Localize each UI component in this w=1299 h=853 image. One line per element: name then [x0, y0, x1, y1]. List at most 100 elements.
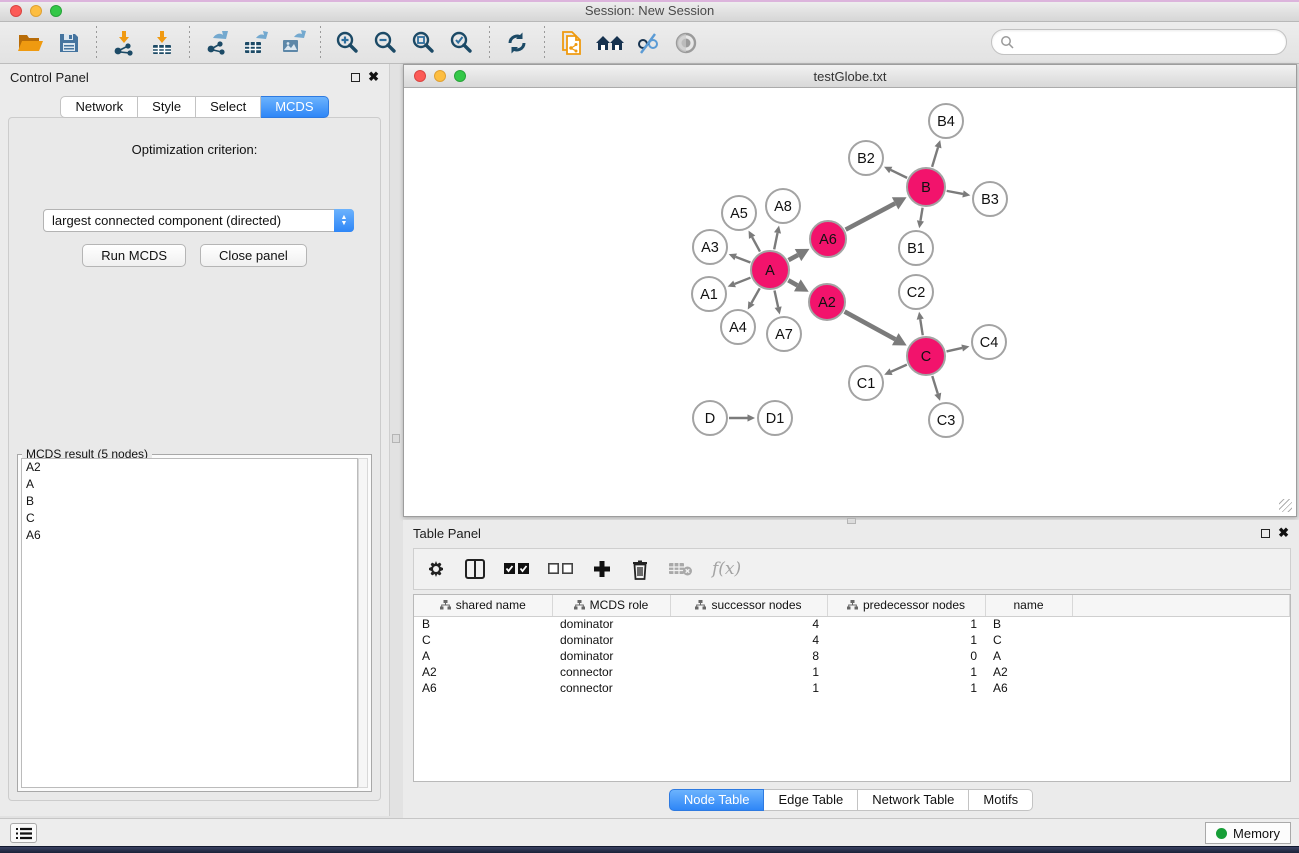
graph-node-B4[interactable]: B4 [929, 104, 963, 138]
graph-edge[interactable] [735, 278, 751, 284]
graph-edge[interactable] [947, 191, 963, 194]
mcds-result-item[interactable]: A2 [22, 459, 357, 476]
graph-edge[interactable] [736, 257, 751, 263]
export-network-icon[interactable] [200, 26, 234, 60]
graph-node-C3[interactable]: C3 [929, 403, 963, 437]
graph-node-B3[interactable]: B3 [973, 182, 1007, 216]
graph-edge[interactable] [946, 348, 962, 351]
float-panel-icon[interactable] [1261, 529, 1270, 538]
export-image-icon[interactable] [276, 26, 310, 60]
optimization-criterion-dropdown[interactable]: largest connected component (directed) ▲… [43, 209, 354, 232]
close-panel-button[interactable]: Close panel [200, 244, 307, 267]
tab-network-table[interactable]: Network Table [858, 789, 969, 811]
graph-node-B2[interactable]: B2 [849, 141, 883, 175]
home-icon[interactable] [593, 26, 627, 60]
mcds-result-item[interactable]: A6 [22, 527, 357, 544]
graph-edge[interactable] [920, 208, 922, 221]
column-header[interactable]: predecessor nodes [827, 595, 985, 616]
minimize-window-button[interactable] [30, 5, 42, 17]
graph-edge[interactable] [920, 319, 923, 335]
graph-edge[interactable] [788, 280, 797, 285]
mcds-result-item[interactable]: A [22, 476, 357, 493]
graph-edge[interactable] [891, 170, 907, 178]
delete-table-icon[interactable] [668, 555, 694, 583]
mcds-result-item[interactable]: C [22, 510, 357, 527]
settings-gear-icon[interactable] [424, 555, 446, 583]
graph-node-B[interactable]: B [907, 168, 945, 206]
graph-node-A1[interactable]: A1 [692, 277, 726, 311]
tab-style[interactable]: Style [138, 96, 196, 118]
graph-node-A[interactable]: A [751, 251, 789, 289]
graph-edge[interactable] [846, 203, 895, 229]
graph-node-C2[interactable]: C2 [899, 275, 933, 309]
clone-network-icon[interactable] [555, 26, 589, 60]
graph-node-B1[interactable]: B1 [899, 231, 933, 265]
refresh-layout-icon[interactable] [500, 26, 534, 60]
close-panel-icon[interactable]: ✖ [1278, 528, 1289, 538]
graph-edge[interactable] [789, 255, 798, 260]
graph-node-A4[interactable]: A4 [721, 310, 755, 344]
graph-node-A2[interactable]: A2 [809, 284, 845, 320]
zoom-fit-icon[interactable] [407, 26, 441, 60]
float-panel-icon[interactable] [351, 73, 360, 82]
table-row[interactable]: Adominator80A [414, 648, 1290, 664]
column-header[interactable]: MCDS role [552, 595, 670, 616]
table-row[interactable]: Cdominator41C [414, 632, 1290, 648]
tab-select[interactable]: Select [196, 96, 261, 118]
graph-edge[interactable] [774, 291, 778, 308]
column-header[interactable]: name [985, 595, 1072, 616]
hide-glasses-icon[interactable] [631, 26, 665, 60]
tab-motifs[interactable]: Motifs [969, 789, 1033, 811]
delete-column-icon[interactable] [630, 555, 650, 583]
graph-node-C[interactable]: C [907, 337, 945, 375]
table-row[interactable]: A2connector11A2 [414, 664, 1290, 680]
graph-edge[interactable] [891, 365, 907, 372]
task-history-button[interactable] [10, 823, 37, 843]
zoom-in-icon[interactable] [331, 26, 365, 60]
zoom-window-button[interactable] [50, 5, 62, 17]
eye-icon[interactable] [669, 26, 703, 60]
tab-mcds[interactable]: MCDS [261, 96, 328, 118]
export-table-icon[interactable] [238, 26, 272, 60]
graph-edge[interactable] [752, 237, 760, 251]
graph-node-A8[interactable]: A8 [766, 189, 800, 223]
save-session-icon[interactable] [52, 26, 86, 60]
function-builder-icon[interactable]: f(x) [712, 555, 741, 583]
run-mcds-button[interactable]: Run MCDS [82, 244, 186, 267]
graph-node-D1[interactable]: D1 [758, 401, 792, 435]
window-resize-grip[interactable] [1279, 499, 1292, 512]
column-header[interactable]: shared name [414, 595, 552, 616]
memory-button[interactable]: Memory [1205, 822, 1291, 844]
graph-edge[interactable] [751, 288, 759, 303]
column-header[interactable]: successor nodes [670, 595, 827, 616]
network-window-titlebar[interactable]: testGlobe.txt [404, 65, 1296, 88]
result-list-scrollbar[interactable] [358, 458, 368, 788]
import-table-icon[interactable] [145, 26, 179, 60]
search-field[interactable] [991, 29, 1287, 55]
zoom-selected-icon[interactable] [445, 26, 479, 60]
graph-node-A7[interactable]: A7 [767, 317, 801, 351]
mcds-result-item[interactable]: B [22, 493, 357, 510]
graph-node-C4[interactable]: C4 [972, 325, 1006, 359]
add-column-icon[interactable] [592, 555, 612, 583]
tab-node-table[interactable]: Node Table [669, 789, 765, 811]
column-view-icon[interactable] [464, 555, 486, 583]
graph-node-D[interactable]: D [693, 401, 727, 435]
graph-node-A3[interactable]: A3 [693, 230, 727, 264]
deselect-all-icon[interactable] [548, 555, 574, 583]
splitter-handle[interactable] [392, 434, 400, 443]
close-panel-icon[interactable]: ✖ [368, 72, 379, 82]
import-network-icon[interactable] [107, 26, 141, 60]
network-canvas[interactable]: AA1A2A3A4A5A6A7A8BB1B2B3B4CC1C2C3C4DD1 [406, 88, 1294, 514]
table-row[interactable]: Bdominator41B [414, 616, 1290, 632]
graph-edge[interactable] [932, 147, 938, 167]
zoom-out-icon[interactable] [369, 26, 403, 60]
splitter-handle[interactable] [847, 518, 856, 524]
open-file-icon[interactable] [14, 26, 48, 60]
graph-node-A5[interactable]: A5 [722, 196, 756, 230]
tab-network[interactable]: Network [60, 96, 138, 118]
graph-edge[interactable] [932, 376, 938, 394]
graph-edge[interactable] [845, 312, 896, 340]
select-all-icon[interactable] [504, 555, 530, 583]
table-row[interactable]: A6connector11A6 [414, 680, 1290, 696]
